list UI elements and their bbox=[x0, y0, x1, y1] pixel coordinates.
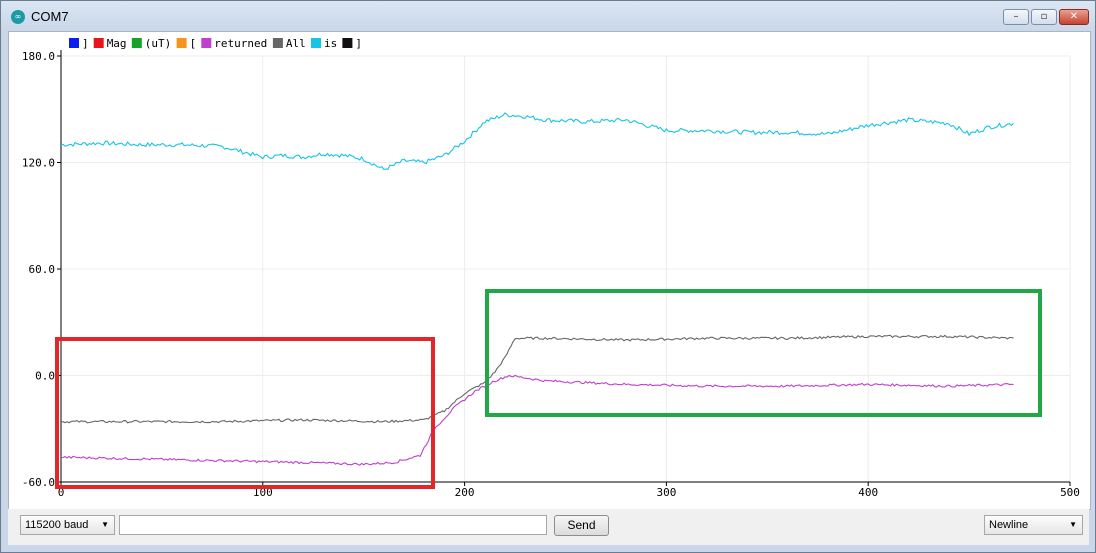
minimize-button[interactable]: – bbox=[1003, 9, 1029, 25]
window-title: COM7 bbox=[31, 9, 69, 24]
legend-swatch bbox=[311, 38, 321, 48]
series-line-returned bbox=[60, 374, 1014, 466]
baud-rate-label: 115200 baud bbox=[25, 519, 89, 531]
legend-swatch bbox=[69, 38, 79, 48]
y-tick-label: 120.0 bbox=[22, 157, 55, 170]
highlight-box-1 bbox=[55, 337, 435, 489]
line-ending-label: Newline bbox=[989, 519, 1029, 531]
legend-swatch bbox=[93, 38, 104, 48]
maximize-button[interactable]: ▫ bbox=[1031, 9, 1057, 25]
x-tick-label: 500 bbox=[1060, 486, 1080, 499]
bottom-toolbar: 115200 baud ▼ Send Newline ▼ bbox=[8, 509, 1089, 545]
line-ending-select[interactable]: Newline ▼ bbox=[984, 515, 1083, 535]
legend-label: [ bbox=[190, 37, 197, 50]
legend-swatch bbox=[201, 38, 212, 48]
title-bar[interactable]: ∞ COM7 – ▫ ✕ bbox=[1, 1, 1095, 31]
y-tick-label: 60.0 bbox=[29, 263, 56, 276]
x-tick-label: 300 bbox=[656, 486, 676, 499]
send-button[interactable]: Send bbox=[554, 515, 609, 536]
y-tick-label: -60.0 bbox=[22, 476, 55, 489]
series-line-is bbox=[60, 112, 1014, 171]
y-tick-label: 180.0 bbox=[22, 50, 55, 63]
legend-label: Mag bbox=[107, 37, 127, 50]
legend-label: is bbox=[324, 37, 337, 50]
legend-swatch bbox=[176, 38, 187, 48]
close-button[interactable]: ✕ bbox=[1059, 9, 1089, 25]
arduino-icon: ∞ bbox=[11, 10, 25, 24]
serial-input[interactable] bbox=[119, 515, 547, 535]
legend-swatch bbox=[342, 38, 353, 48]
serial-plotter-window: ∞ COM7 – ▫ ✕ -60.0 0.0 60.0 120.0 180.0 0 100 2… bbox=[0, 0, 1096, 553]
baud-rate-select[interactable]: 115200 baud ▼ bbox=[20, 515, 115, 535]
highlight-box-2 bbox=[485, 289, 1042, 417]
legend-swatch bbox=[272, 38, 283, 48]
chevron-down-icon: ▼ bbox=[101, 520, 109, 529]
legend-swatch bbox=[131, 38, 142, 48]
legend-label: returned bbox=[214, 37, 267, 50]
legend-label: (uT) bbox=[145, 37, 172, 50]
chevron-down-icon: ▼ bbox=[1069, 520, 1077, 529]
legend-label: All bbox=[286, 37, 306, 50]
legend-label: ] bbox=[82, 37, 89, 50]
x-tick-label: 400 bbox=[858, 486, 878, 499]
y-tick-label: 0.0 bbox=[35, 370, 55, 383]
plot-area: -60.0 0.0 60.0 120.0 180.0 0 100 200 300 400 500] M… bbox=[8, 31, 1091, 510]
x-tick-label: 200 bbox=[455, 486, 475, 499]
legend-label: ] bbox=[355, 37, 362, 50]
serial-plot-chart: -60.00.060.0120.0180.00 100 200 300 400 500] M… bbox=[22, 37, 1080, 499]
